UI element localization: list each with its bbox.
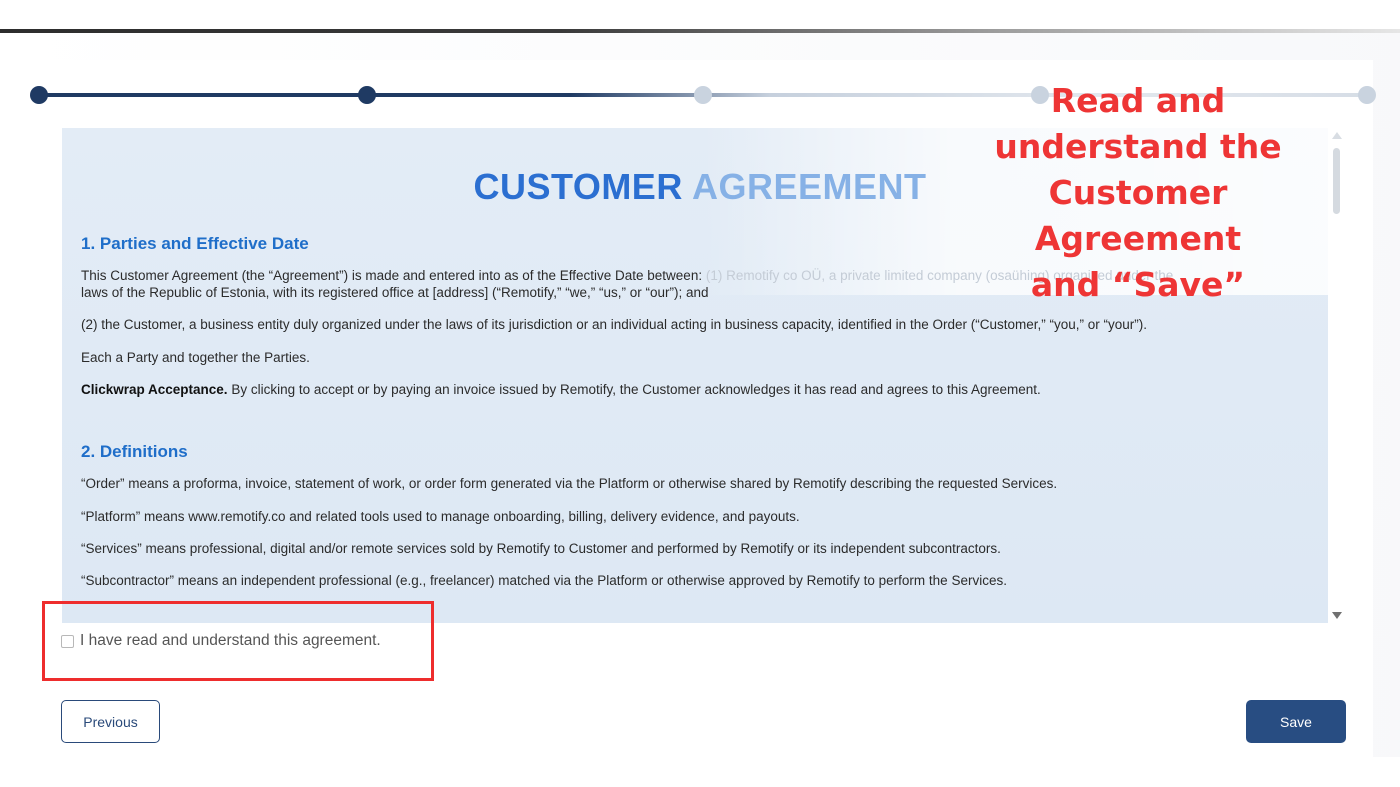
section-1-paragraph-1-start: This Customer Agreement (the “Agreement”… xyxy=(81,268,706,283)
save-button[interactable]: Save xyxy=(1246,700,1346,743)
section-2-heading: 2. Definitions xyxy=(81,442,188,461)
scroll-thumb[interactable] xyxy=(1333,148,1340,214)
step-5-dot[interactable] xyxy=(1358,86,1376,104)
agreement-title-part2: AGREEMENT xyxy=(692,166,927,207)
agreement-title-part1: CUSTOMER xyxy=(473,166,683,207)
step-3-dot[interactable] xyxy=(694,86,712,104)
definition-subcontractor: “Subcontractor” means an independent pro… xyxy=(81,573,1007,588)
section-1-paragraph-1-line2: laws of the Republic of Estonia, with it… xyxy=(81,285,709,300)
acknowledge-label[interactable]: I have read and understand this agreemen… xyxy=(80,632,381,650)
definition-platform: “Platform” means www.remotify.co and rel… xyxy=(81,509,800,524)
annotation-line-3: Customer Agreement xyxy=(1034,173,1242,258)
definition-services: “Services” means professional, digital a… xyxy=(81,541,1001,556)
instruction-annotation: Read and understand the Customer Agreeme… xyxy=(955,78,1321,308)
step-2-dot[interactable] xyxy=(358,86,376,104)
acknowledge-row[interactable]: I have read and understand this agreemen… xyxy=(61,632,381,650)
clickwrap-paragraph: Clickwrap Acceptance. By clicking to acc… xyxy=(81,381,1291,398)
annotation-line-4: and “Save” xyxy=(1030,265,1246,304)
annotation-line-2: understand the xyxy=(994,127,1282,166)
step-1-dot[interactable] xyxy=(30,86,48,104)
acknowledge-checkbox[interactable] xyxy=(61,634,74,648)
previous-button[interactable]: Previous xyxy=(61,700,160,743)
annotation-line-1: Read and xyxy=(1050,81,1226,120)
section-1-heading: 1. Parties and Effective Date xyxy=(81,234,309,253)
scroll-up-arrow-icon[interactable] xyxy=(1332,132,1342,139)
section-1-paragraph-2: (2) the Customer, a business entity duly… xyxy=(81,317,1147,332)
agreement-scrollbar[interactable] xyxy=(1330,130,1344,622)
scroll-down-arrow-icon[interactable] xyxy=(1332,612,1342,619)
clickwrap-text: By clicking to accept or by paying an in… xyxy=(227,382,1041,397)
definition-order: “Order” means a proforma, invoice, state… xyxy=(81,476,1058,491)
clickwrap-label: Clickwrap Acceptance. xyxy=(81,382,228,397)
section-1-paragraph-3: Each a Party and together the Parties. xyxy=(81,350,310,365)
